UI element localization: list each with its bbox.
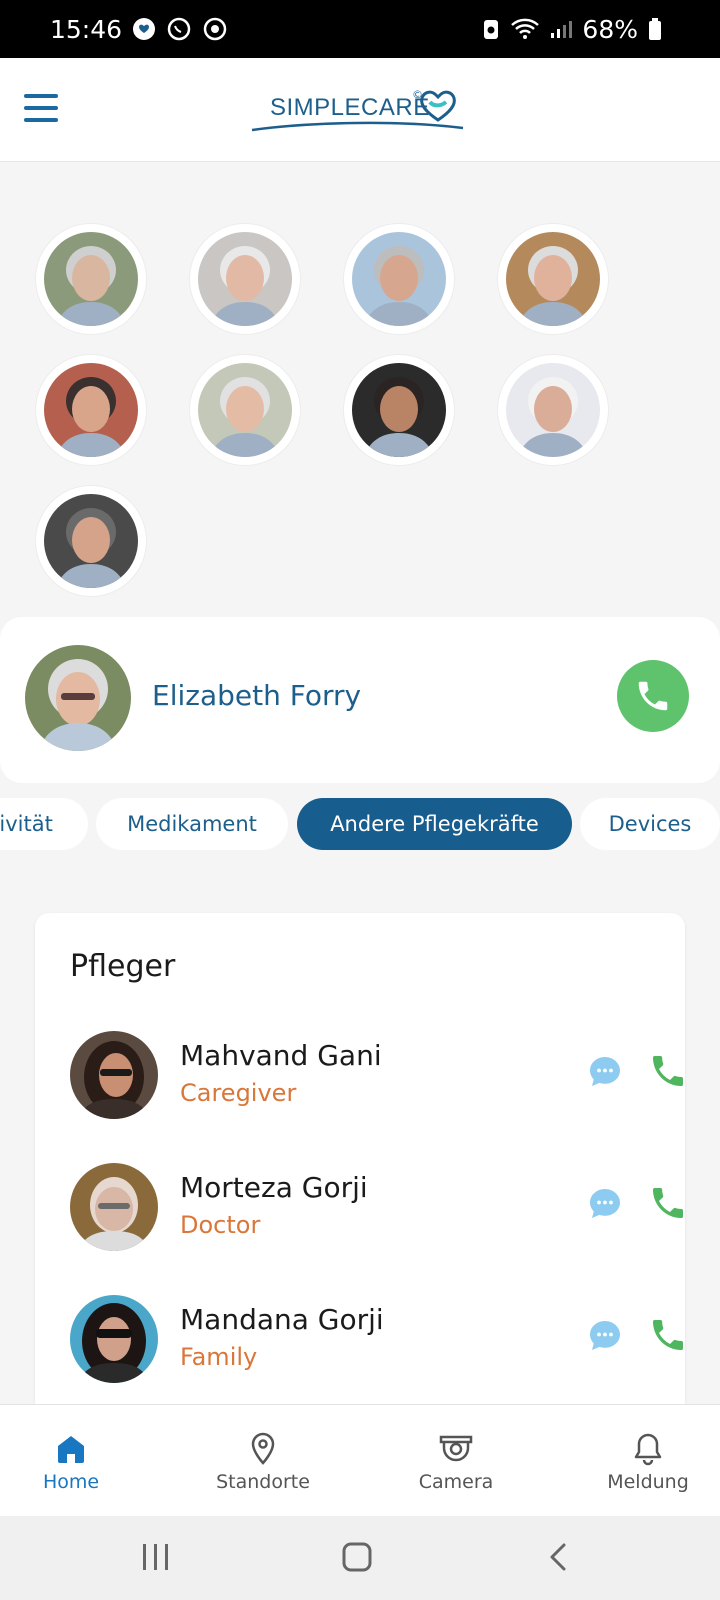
person-avatar-photo [198,232,292,326]
selected-person-name: Elizabeth Forry [152,679,362,712]
battery-icon [648,17,662,41]
simplecare-notification-icon [132,17,156,41]
caregiver-avatar [70,1031,158,1119]
person-avatar-button[interactable] [36,355,146,465]
tab-andere-pflegekraefte[interactable]: Andere Pflegekräfte [297,798,572,850]
tab-medikament[interactable]: Medikament [96,798,288,850]
phone-icon[interactable] [648,1051,688,1091]
caregiver-role: Caregiver [180,1079,297,1107]
back-icon[interactable] [546,1542,570,1572]
signal-icon [550,18,573,40]
nav-standorte[interactable]: Standorte [188,1405,338,1517]
selected-person-photo [25,645,131,751]
tab-devices[interactable]: Devices [580,798,720,850]
selected-person-card[interactable]: Elizabeth Forry [0,617,720,783]
battery-saver-icon [482,17,500,41]
person-avatar-photo [506,363,600,457]
system-navigation-bar [0,1516,720,1600]
nav-meldung[interactable]: Meldung [573,1405,720,1517]
bell-icon [634,1433,662,1466]
whatsapp-icon [166,16,192,42]
heart-logo-icon [420,90,456,122]
status-bar: 15:46 68% [0,0,720,58]
person-avatar-button[interactable] [190,355,300,465]
hamburger-icon-line [24,94,58,98]
status-time: 15:46 [50,14,123,44]
caregiver-role: Family [180,1343,258,1371]
caregiver-name: Mahvand Gani [180,1039,382,1072]
phone-icon[interactable] [648,1183,688,1223]
nav-home[interactable]: Home [0,1405,146,1517]
caregiver-row[interactable]: Mahvand Gani Caregiver [70,1031,683,1121]
sync-app-icon [202,16,228,42]
home-system-icon[interactable] [342,1542,372,1572]
chat-icon[interactable] [588,1187,622,1221]
person-avatar-button[interactable] [344,224,454,334]
camera-icon [439,1435,473,1462]
person-avatar-button[interactable] [190,224,300,334]
caregiver-name: Morteza Gorji [180,1171,368,1204]
location-pin-icon [251,1432,275,1465]
person-avatar-button[interactable] [36,224,146,334]
caregiver-role: Doctor [180,1211,261,1239]
caregivers-card: Pfleger Mahvand Gani Caregiver Morteza G… [35,913,685,1453]
simplecare-logo: SIMPLECARE © [250,84,470,134]
person-avatar-photo [44,494,138,588]
hamburger-icon-line [24,106,58,110]
person-avatar-photo [198,363,292,457]
nav-home-label: Home [42,1471,100,1493]
hamburger-icon-line [24,118,58,122]
nav-camera-label: Camera [418,1471,494,1493]
nav-meldung-label: Meldung [607,1471,689,1493]
nav-standorte-label: Standorte [216,1471,310,1493]
caregiver-row[interactable]: Mandana Gorji Family [70,1295,683,1385]
phone-icon[interactable] [648,1315,688,1355]
caregiver-row[interactable]: Morteza Gorji Doctor [70,1163,683,1253]
recent-apps-icon[interactable] [140,1542,172,1572]
person-avatar-button[interactable] [498,224,608,334]
wifi-icon [510,17,540,41]
person-avatar-button[interactable] [36,486,146,596]
caregivers-title: Pfleger [70,949,176,984]
caregiver-name: Mandana Gorji [180,1303,384,1336]
chat-icon[interactable] [588,1319,622,1353]
person-avatar-button[interactable] [344,355,454,465]
person-avatar-photo [352,232,446,326]
battery-percent: 68% [582,14,638,44]
category-tabs: tivität Medikament Andere Pflegekräfte D… [0,798,720,852]
logo-swoosh [251,121,464,132]
home-icon [58,1436,84,1463]
app-header: SIMPLECARE © [0,58,720,162]
call-button[interactable] [617,660,689,732]
phone-icon [638,681,668,711]
person-avatar-photo [352,363,446,457]
person-avatar-button[interactable] [498,355,608,465]
tab-aktivitaet[interactable]: tivität [0,798,88,850]
caregiver-avatar [70,1163,158,1251]
logo-text: SIMPLECARE [270,94,430,121]
caregiver-avatar [70,1295,158,1383]
chat-icon[interactable] [588,1055,622,1089]
menu-button[interactable] [24,94,58,124]
person-avatar-photo [506,232,600,326]
nav-camera[interactable]: Camera [381,1405,531,1517]
person-avatar-photo [44,363,138,457]
person-avatar-photo [44,232,138,326]
bottom-navigation: Home Standorte Camera Meldung [0,1404,720,1516]
